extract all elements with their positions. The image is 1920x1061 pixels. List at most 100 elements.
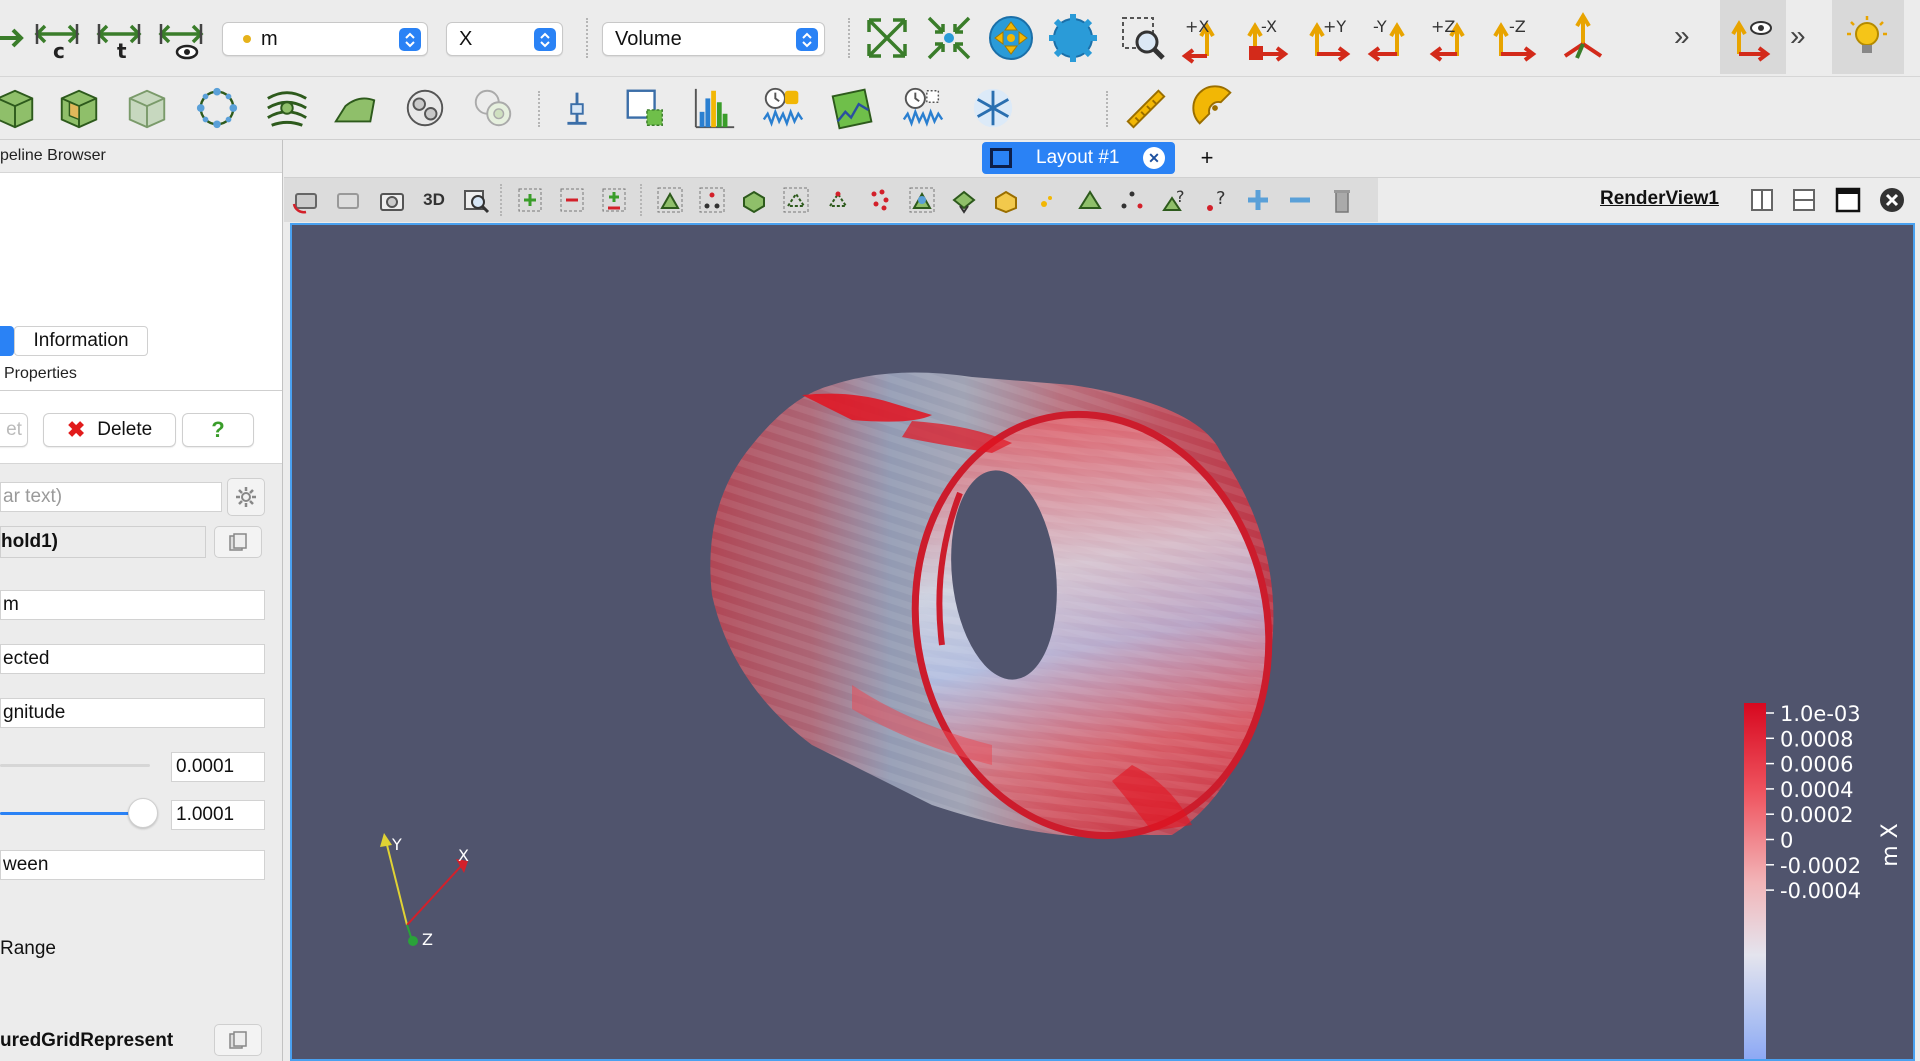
warp-icon[interactable] xyxy=(466,81,520,135)
capture-icon[interactable] xyxy=(288,183,324,217)
camera-icon[interactable] xyxy=(374,183,410,217)
lower-threshold-slider[interactable] xyxy=(0,764,150,767)
redo-capture-icon[interactable] xyxy=(330,183,366,217)
query-points-icon[interactable]: ? xyxy=(1198,183,1234,217)
histogram-icon[interactable] xyxy=(688,81,742,135)
view-plus-x-icon[interactable]: +X xyxy=(1178,11,1232,65)
gear-icon[interactable] xyxy=(227,478,265,516)
split-horizontal-icon[interactable] xyxy=(1744,183,1780,217)
toggle-3d-button[interactable]: 3D xyxy=(416,183,452,217)
triangle-icon[interactable] xyxy=(1072,183,1108,217)
svg-text:t: t xyxy=(117,39,127,63)
pick-center-icon[interactable] xyxy=(1046,11,1100,65)
reset-camera-visible-icon[interactable] xyxy=(154,11,208,65)
zoom-to-data-icon[interactable] xyxy=(860,11,914,65)
zoom-in-box-icon[interactable] xyxy=(512,183,548,217)
color-legend-label: 0.0006 xyxy=(1780,753,1853,777)
maximize-icon[interactable] xyxy=(1830,183,1866,217)
glyph-icon[interactable] xyxy=(190,81,244,135)
color-array-combo[interactable]: m xyxy=(222,22,428,56)
hover-cells-icon[interactable] xyxy=(946,183,982,217)
scalars-field[interactable]: m xyxy=(0,590,265,620)
add-layout-button[interactable]: + xyxy=(1192,144,1222,172)
isometric-view-icon[interactable] xyxy=(1556,11,1610,65)
tab-layout-1[interactable]: Layout #1 ✕ xyxy=(982,142,1175,174)
selection-field[interactable]: ected xyxy=(0,644,265,674)
protractor-icon[interactable] xyxy=(1188,81,1242,135)
color-component-combo[interactable]: X xyxy=(446,22,563,56)
reset-button[interactable]: et xyxy=(0,413,28,447)
select-points-through-icon[interactable] xyxy=(820,183,856,217)
delete-button[interactable]: ✖ Delete xyxy=(43,413,176,447)
select-points-polygon-icon[interactable] xyxy=(862,183,898,217)
component-mode-field[interactable]: gnitude xyxy=(0,698,265,728)
copy-icon-2[interactable] xyxy=(214,1024,262,1056)
light-bulb-icon[interactable] xyxy=(1840,11,1894,65)
close-tab-icon[interactable]: ✕ xyxy=(1143,147,1165,169)
clip-icon[interactable] xyxy=(52,81,106,135)
ruler-icon[interactable] xyxy=(1118,81,1172,135)
trash-icon[interactable] xyxy=(1324,183,1360,217)
minus-icon[interactable] xyxy=(1282,183,1318,217)
zoom-out-box-icon[interactable] xyxy=(554,183,590,217)
hover-points-icon[interactable] xyxy=(1030,183,1066,217)
upper-threshold-input[interactable]: 1.0001 xyxy=(171,800,265,830)
reset-camera-time-icon[interactable]: t xyxy=(92,11,146,65)
copy-icon[interactable] xyxy=(214,526,262,558)
plot-data-over-time-icon[interactable] xyxy=(756,81,810,135)
lower-threshold-input[interactable]: 0.0001 xyxy=(171,752,265,782)
reset-camera-icon[interactable] xyxy=(0,11,32,65)
interactive-select-icon[interactable] xyxy=(904,183,940,217)
camera-settings-icon[interactable] xyxy=(458,183,494,217)
link-camera-icon[interactable] xyxy=(1726,11,1780,65)
plot-over-line-icon[interactable] xyxy=(618,81,672,135)
select-cells-through-icon[interactable] xyxy=(778,183,814,217)
toolbar-overflow-button[interactable]: » xyxy=(1674,20,1690,52)
tab-properties[interactable] xyxy=(0,326,14,356)
search-input[interactable]: ar text) xyxy=(0,482,222,512)
zoom-closest-icon[interactable] xyxy=(922,11,976,65)
slider-knob[interactable] xyxy=(127,798,158,828)
view-plus-y-icon[interactable]: +Y xyxy=(1302,11,1356,65)
plus-icon[interactable] xyxy=(1240,183,1276,217)
view-minus-z-icon[interactable]: -Z xyxy=(1488,11,1542,65)
render-view-name[interactable]: RenderView1 xyxy=(1600,188,1719,210)
find-data-icon[interactable] xyxy=(966,81,1020,135)
select-cells-on-icon[interactable] xyxy=(652,183,688,217)
select-blocks-icon[interactable] xyxy=(736,183,772,217)
select-block-icon[interactable] xyxy=(988,183,1024,217)
color-legend-title: m X xyxy=(1878,823,1903,867)
render-view[interactable]: Y X Z 1.0e-03 0.0008 0.0006 0.0004 0.0002 0 -0… xyxy=(290,223,1915,1061)
chevron-updown-icon xyxy=(534,28,556,51)
grow-selection-icon[interactable] xyxy=(596,183,632,217)
view-minus-x-icon[interactable]: -X xyxy=(1240,11,1294,65)
probe-line-icon[interactable] xyxy=(550,81,604,135)
rotate-center-icon[interactable] xyxy=(984,11,1038,65)
tab-information[interactable]: Information xyxy=(14,326,148,356)
contour-icon[interactable] xyxy=(260,81,314,135)
extract-surface-icon[interactable] xyxy=(120,81,174,135)
view-minus-y-icon[interactable]: -Y xyxy=(1364,11,1418,65)
points-icon[interactable] xyxy=(1114,183,1150,217)
toolbar-separator xyxy=(848,18,850,58)
split-vertical-icon[interactable] xyxy=(1786,183,1822,217)
cube-outline-icon[interactable] xyxy=(0,81,42,135)
threshold-method-field[interactable]: ween xyxy=(0,850,265,880)
zoom-to-box-icon[interactable] xyxy=(1116,11,1170,65)
slice-icon[interactable] xyxy=(328,81,382,135)
color-legend-label: 0.0008 xyxy=(1780,727,1853,751)
representation-combo[interactable]: Volume xyxy=(602,22,825,56)
threshold-icon[interactable] xyxy=(398,81,452,135)
toolbar-overflow-button-2[interactable]: » xyxy=(1790,20,1806,52)
upper-threshold-slider[interactable] xyxy=(0,798,158,828)
close-view-icon[interactable] xyxy=(1874,183,1910,217)
select-points-on-icon[interactable] xyxy=(694,183,730,217)
reset-camera-closest-icon[interactable]: c xyxy=(30,11,84,65)
help-button[interactable]: ? xyxy=(182,413,254,447)
chevron-updown-icon xyxy=(796,28,818,51)
plot-selection-icon[interactable] xyxy=(826,81,880,135)
query-cells-icon[interactable]: ? xyxy=(1156,183,1192,217)
plot-over-time-icon[interactable] xyxy=(896,81,950,135)
view-plus-z-icon[interactable]: +Z xyxy=(1426,11,1480,65)
axis-label-plus-y: +Y xyxy=(1323,17,1346,36)
